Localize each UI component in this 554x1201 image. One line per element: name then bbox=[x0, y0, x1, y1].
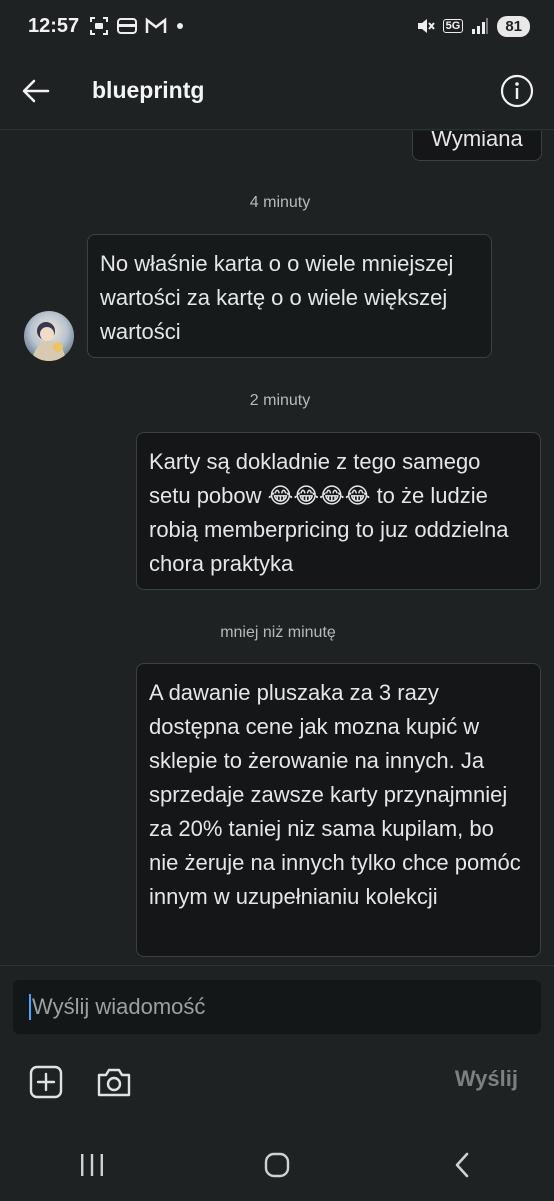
signal-icon bbox=[472, 18, 489, 34]
avatar[interactable] bbox=[24, 311, 74, 361]
status-bar: 12:57 5G 81 bbox=[0, 0, 554, 52]
message-input-placeholder: Wyślij wiadomość bbox=[32, 994, 206, 1019]
camera-button[interactable] bbox=[95, 1064, 133, 1100]
arrow-left-icon bbox=[22, 79, 50, 102]
message-text: No właśnie karta o o wiele mniejszej war… bbox=[100, 251, 454, 344]
message-bubble-sent[interactable]: A dawanie pluszaka za 3 razy dostępna ce… bbox=[136, 663, 541, 957]
status-left: 12:57 bbox=[28, 15, 185, 38]
camera-icon bbox=[97, 1068, 131, 1097]
gmail-icon bbox=[145, 17, 167, 33]
battery-indicator: 81 bbox=[497, 15, 530, 37]
message-input[interactable]: Wyślij wiadomość bbox=[13, 980, 541, 1034]
status-right: 5G 81 bbox=[415, 15, 530, 37]
recents-button[interactable] bbox=[62, 1140, 122, 1190]
message-timestamp: mniej niż minutę bbox=[220, 624, 336, 641]
home-button[interactable] bbox=[247, 1140, 307, 1190]
send-button[interactable]: Wyślij bbox=[455, 1066, 518, 1092]
text-caret bbox=[29, 994, 31, 1020]
network-type: 5G bbox=[442, 19, 464, 33]
plus-square-icon bbox=[29, 1065, 63, 1099]
info-icon bbox=[500, 74, 534, 107]
message-list[interactable]: Wymiana 4 minuty No właśnie karta o o wi… bbox=[0, 131, 554, 965]
add-attachment-button[interactable] bbox=[28, 1064, 64, 1100]
message-bubble-received[interactable]: No właśnie karta o o wiele mniejszej war… bbox=[87, 234, 492, 358]
avatar-image bbox=[24, 311, 74, 361]
system-back-button[interactable] bbox=[432, 1140, 492, 1190]
dot-icon bbox=[177, 23, 184, 29]
chat-title[interactable]: blueprintg bbox=[92, 77, 500, 104]
message-timestamp: 2 minuty bbox=[249, 392, 311, 409]
info-button[interactable] bbox=[500, 74, 534, 108]
message-bubble-sent[interactable]: Wymiana bbox=[412, 131, 542, 161]
wallet-icon bbox=[117, 18, 138, 34]
recents-icon bbox=[81, 1154, 104, 1176]
chat-header: blueprintg bbox=[0, 52, 554, 130]
message-text: Karty są dokladnie z tego samego setu po… bbox=[149, 449, 509, 576]
message-bubble-sent[interactable]: Karty są dokladnie z tego samego setu po… bbox=[136, 432, 541, 590]
notification-icons bbox=[89, 16, 185, 36]
home-icon bbox=[264, 1152, 290, 1178]
system-nav-bar bbox=[0, 1130, 554, 1200]
back-icon bbox=[455, 1152, 468, 1178]
message-text: A dawanie pluszaka za 3 razy dostępna ce… bbox=[149, 680, 521, 909]
scan-icon bbox=[90, 17, 109, 35]
mute-icon bbox=[417, 19, 435, 33]
back-button[interactable] bbox=[20, 75, 52, 107]
message-timestamp: 4 minuty bbox=[249, 194, 311, 211]
message-text: Wymiana bbox=[431, 131, 523, 151]
status-time: 12:57 bbox=[28, 14, 80, 37]
